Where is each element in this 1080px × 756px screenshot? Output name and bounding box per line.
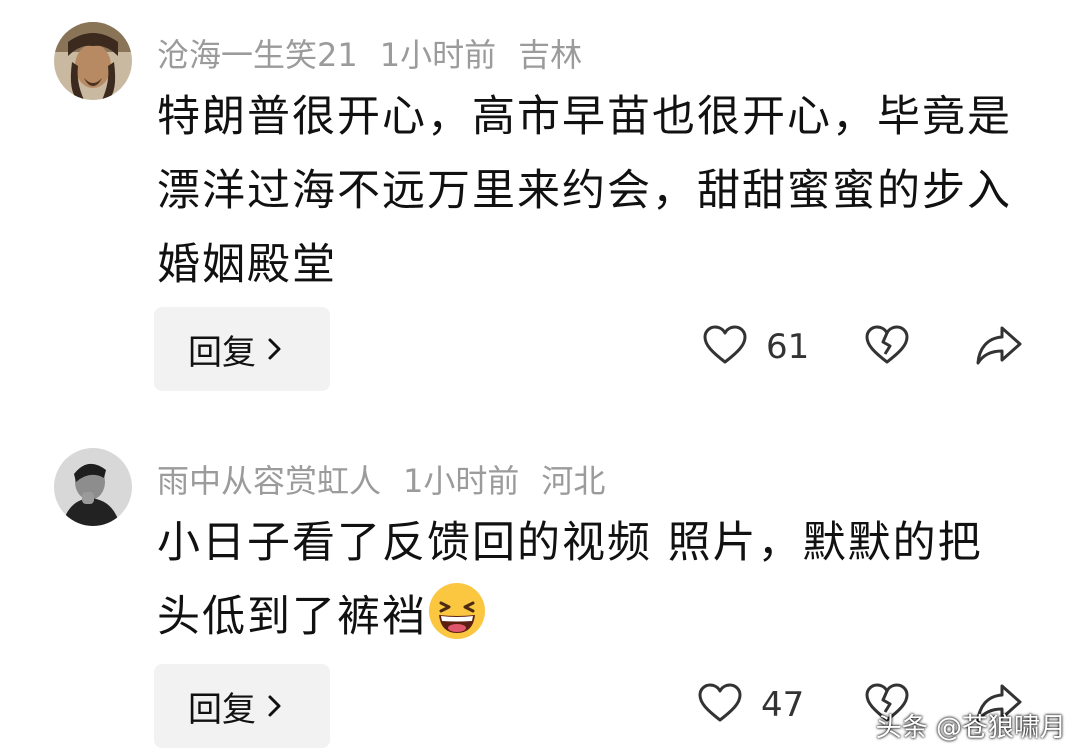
grinning-face-emoji [427,581,487,641]
comment-meta: 雨中从容赏虹人 1小时前 河北 [157,456,627,502]
watermark: 头条 @苍狼啸月 [875,713,1066,743]
comment-text: 小日子看了反馈回的视频 照片，默默的把头低到了裤裆 [157,506,1017,654]
share-arrow-icon [975,324,1023,370]
timestamp: 1小时前 [403,462,520,500]
share-button[interactable] [975,324,1023,370]
comment-text-body: 小日子看了反馈回的视频 照片，默默的把头低到了裤裆 [157,518,983,642]
like-button[interactable]: 61 [702,324,809,370]
comment-text: 特朗普很开心，高市早苗也很开心，毕竟是漂洋过海不远万里来约会，甜甜蜜蜜的步入婚姻… [157,92,1012,290]
comment-actions: 61 [0,324,1080,374]
avatar[interactable] [54,448,132,526]
heart-icon [697,682,743,728]
location: 河北 [541,462,606,500]
like-count: 47 [761,685,805,725]
comment-item: 沧海一生笑21 1小时前 吉林 特朗普很开心，高市早苗也很开心，毕竟是漂洋过海不远万… [0,0,1080,410]
username[interactable]: 沧海一生笑21 [157,36,358,74]
dislike-button[interactable] [864,324,910,370]
like-count: 61 [766,327,810,367]
heart-icon [702,324,748,370]
username[interactable]: 雨中从容赏虹人 [157,462,381,500]
comment-meta: 沧海一生笑21 1小时前 吉林 [157,30,604,76]
like-button[interactable]: 47 [697,682,804,728]
location: 吉林 [518,36,583,74]
avatar[interactable] [54,22,132,100]
broken-heart-icon [864,324,910,370]
timestamp: 1小时前 [379,36,497,74]
